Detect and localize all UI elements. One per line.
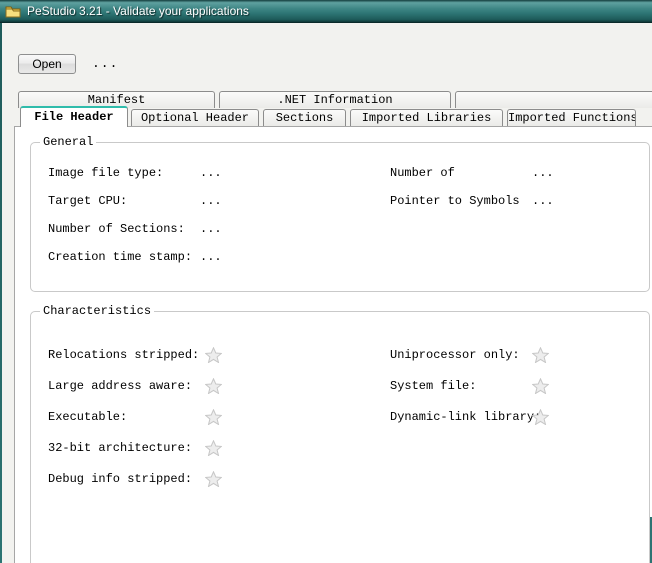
field-value-creation-time-stamp: ...	[200, 250, 222, 264]
tab-imported-libraries[interactable]: Imported Libraries	[350, 109, 503, 126]
tab-imported-functions[interactable]: Imported Functions	[507, 109, 636, 126]
general-row: Number of Sections: ...	[48, 215, 649, 243]
star-icon	[205, 408, 222, 425]
field-label-target-cpu: Target CPU:	[48, 194, 128, 208]
field-label-pointer-to-symbols: Pointer to Symbols	[390, 194, 520, 208]
flag-label-uniprocessor-only: Uniprocessor only:	[390, 347, 520, 362]
star-icon	[532, 408, 549, 425]
pestudio-window: PeStudio 3.21 - Validate your applicatio…	[0, 0, 652, 563]
flag-label-relocations-stripped: Relocations stripped:	[48, 347, 200, 362]
tab-unlabeled[interactable]	[455, 91, 652, 108]
field-value-number-of: ...	[532, 166, 554, 180]
star-icon	[205, 346, 222, 363]
flag-label-large-address-aware: Large address aware:	[48, 378, 193, 393]
titlebar[interactable]: PeStudio 3.21 - Validate your applicatio…	[0, 0, 652, 23]
window-title: PeStudio 3.21 - Validate your applicatio…	[27, 4, 249, 18]
field-value-target-cpu: ...	[200, 194, 222, 208]
flag-label-debug-info-stripped: Debug info stripped:	[48, 471, 193, 486]
field-label-creation-time-stamp: Creation time stamp:	[48, 250, 193, 264]
general-groupbox: General Image file type: ... Number of .…	[30, 135, 650, 292]
open-button[interactable]: Open	[18, 54, 76, 74]
general-row: Creation time stamp: ...	[48, 243, 649, 271]
characteristics-group-title: Characteristics	[43, 304, 152, 318]
tab-dotnet-information[interactable]: .NET Information	[219, 91, 451, 108]
file-path-text: ...	[92, 56, 119, 71]
flag-label-system-file: System file:	[390, 378, 477, 393]
star-icon	[532, 346, 549, 363]
tab-sections[interactable]: Sections	[263, 109, 346, 126]
characteristics-row: Large address aware: System file:	[48, 370, 649, 401]
window-frame-left	[0, 23, 2, 563]
characteristics-groupbox: Characteristics Relocations stripped: Un…	[30, 304, 650, 563]
general-group-title: General	[43, 135, 94, 149]
field-label-number-of-sections: Number of Sections:	[48, 222, 185, 236]
star-icon	[532, 377, 549, 394]
flag-label-dynamic-link-library: Dynamic-link library:	[390, 409, 542, 424]
star-icon	[205, 439, 222, 456]
field-label-image-file-type: Image file type:	[48, 166, 164, 180]
characteristics-row: Debug info stripped:	[48, 463, 649, 494]
field-value-pointer-to-symbols: ...	[532, 194, 554, 208]
flag-label-executable: Executable:	[48, 409, 128, 424]
field-label-number-of: Number of	[390, 166, 455, 180]
characteristics-row: Executable: Dynamic-link library:	[48, 401, 649, 432]
field-value-number-of-sections: ...	[200, 222, 222, 236]
flag-label-32bit-architecture: 32-bit architecture:	[48, 440, 193, 455]
file-header-panel: General Image file type: ... Number of .…	[14, 126, 652, 563]
tab-file-header[interactable]: File Header	[20, 106, 128, 127]
general-row: Image file type: ... Number of ...	[48, 159, 649, 187]
field-value-image-file-type: ...	[200, 166, 222, 180]
star-icon	[205, 470, 222, 487]
characteristics-row: 32-bit architecture:	[48, 432, 649, 463]
folder-icon	[5, 6, 21, 18]
tab-optional-header[interactable]: Optional Header	[131, 109, 259, 126]
general-row: Target CPU: ... Pointer to Symbols ...	[48, 187, 649, 215]
characteristics-row: Relocations stripped: Uniprocessor only:	[48, 339, 649, 370]
star-icon	[205, 377, 222, 394]
